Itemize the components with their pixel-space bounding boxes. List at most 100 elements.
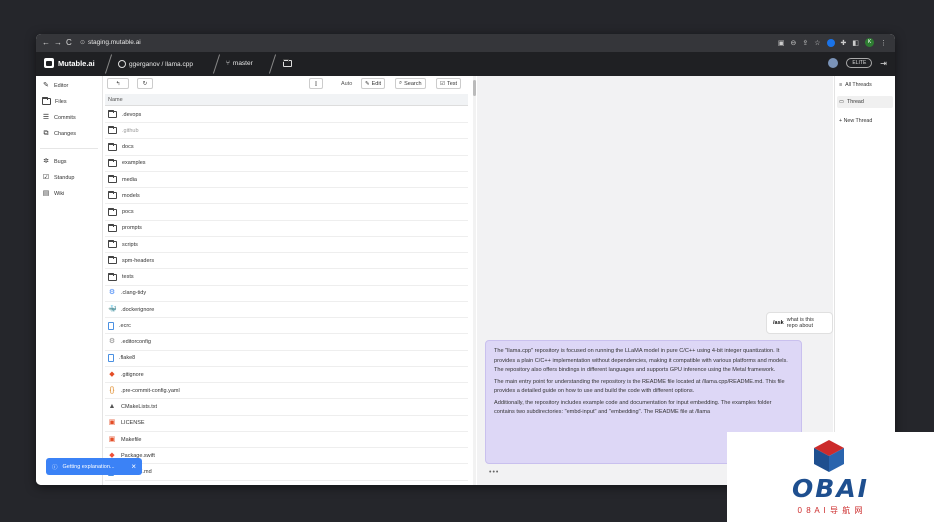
file-row[interactable]: tests — [105, 270, 468, 286]
browser-nav-icons[interactable]: ←→C — [42, 38, 76, 47]
sidepanel-icon[interactable]: ◧ — [852, 39, 859, 47]
file-name: .ecrc — [119, 322, 131, 329]
folder-icon — [108, 142, 117, 151]
file-row[interactable]: {} .pre-commit-config.yaml — [105, 383, 468, 400]
breadcrumb-repo[interactable]: ggerganov / llama.cpp — [118, 60, 193, 68]
file-row[interactable]: ▣ LICENSE — [105, 416, 468, 432]
answer-paragraph: Additionally, the repository includes ex… — [494, 399, 772, 416]
book-icon: ▤ — [42, 190, 50, 197]
new-thread-button[interactable]: + New Thread — [839, 118, 872, 124]
cube-logo-icon — [814, 440, 844, 472]
file-row[interactable]: README.md — [105, 465, 468, 481]
sidebar-item-standup[interactable]: ☑ Standup — [42, 174, 75, 182]
auto-label[interactable]: Auto — [341, 81, 352, 87]
file-name: scripts — [122, 241, 138, 248]
sidebar-item-wiki[interactable]: ▤ Wiki — [42, 190, 65, 198]
browser-window: ←→C ⊙ staging.mutable.ai ▣ ⊖ ⇪ ☆ ✚ ◧ K ⋮… — [36, 34, 895, 485]
file-name: .gitignore — [121, 371, 144, 378]
screen-icon[interactable]: ▣ — [778, 39, 785, 47]
file-row[interactable]: examples — [105, 156, 468, 172]
avatar[interactable] — [828, 58, 839, 68]
extension-icon[interactable] — [826, 38, 835, 47]
up-directory-button[interactable]: ↰ — [107, 78, 129, 89]
file-name: .pre-commit-config.yaml — [121, 387, 180, 394]
test-icon: ☑ — [440, 80, 445, 87]
bug-icon: ✲ — [43, 158, 49, 165]
folder-icon — [108, 158, 117, 167]
file-row[interactable]: models — [105, 188, 468, 205]
file-name: spm-headers — [122, 257, 155, 264]
breadcrumb-folder[interactable] — [283, 59, 292, 67]
puzzle-icon[interactable]: ✚ — [841, 39, 847, 47]
thread-item[interactable]: ▭ Thread — [837, 96, 893, 108]
toast-text: Getting explanation... — [62, 463, 115, 470]
file-row[interactable]: docs — [105, 140, 468, 156]
file-row[interactable]: ▲ CMakeLists.txt — [105, 400, 468, 416]
sidebar-item-editor[interactable]: ✎ Editor — [42, 82, 68, 90]
sidebar-item-changes[interactable]: ⧉ Changes — [42, 130, 77, 138]
pencil-icon: ✎ — [365, 80, 370, 87]
file-row[interactable]: .github — [105, 123, 468, 140]
file-row[interactable]: .flake8 — [105, 351, 468, 367]
folder-icon — [108, 126, 117, 135]
file-name: .flake8 — [119, 355, 136, 362]
browser-chrome: ←→C ⊙ staging.mutable.ai ▣ ⊖ ⇪ ☆ ✚ ◧ K ⋮ — [36, 34, 895, 52]
file-row[interactable]: ⚙ .clang-tidy — [105, 286, 468, 302]
scrollbar[interactable] — [473, 76, 476, 485]
watermark-subtitle: 0 8 A I 导 航 网 — [797, 506, 864, 515]
zoom-icon[interactable]: ⊖ — [790, 39, 796, 47]
all-threads-link[interactable]: ≡ All Threads — [839, 82, 872, 88]
star-icon[interactable]: ☆ — [814, 39, 820, 47]
sidebar: ✎ Editor Files ☰ Commits ⧉ Changes ✲ Bug… — [36, 76, 103, 485]
browser-toolbar-icons: ▣ ⊖ ⇪ ☆ ✚ ◧ K ⋮ — [778, 38, 887, 47]
share-icon[interactable]: ⇪ — [802, 39, 808, 47]
gear-icon: ⚙ — [108, 289, 116, 297]
profile-avatar[interactable]: K — [865, 38, 874, 47]
file-row[interactable]: media — [105, 172, 468, 188]
test-button[interactable]: ☑ Test — [436, 78, 462, 89]
close-icon[interactable]: × — [131, 462, 136, 471]
file-row[interactable]: .ecrc — [105, 318, 468, 335]
edit-button[interactable]: ✎ Edit — [361, 78, 386, 89]
file-row[interactable]: 🐳 .dockerignore — [105, 302, 468, 318]
scrollbar-thumb[interactable] — [473, 80, 476, 96]
file-row[interactable]: .devops — [105, 107, 468, 123]
pencil-icon: ✎ — [43, 82, 49, 89]
column-header-name[interactable]: Name — [105, 94, 468, 106]
file-row[interactable]: scripts — [105, 237, 468, 253]
file-row[interactable]: spm-headers — [105, 253, 468, 270]
watermark-name: OBAI — [792, 474, 869, 503]
file-row[interactable]: pocs — [105, 205, 468, 221]
commit-icon: ☰ — [42, 114, 50, 121]
changes-icon: ⧉ — [43, 130, 49, 137]
file-name: .clang-tidy — [121, 290, 147, 297]
file-row[interactable]: ◆ .gitignore — [105, 367, 468, 383]
file-row[interactable]: ◆ Package.swift — [105, 448, 468, 465]
address-bar[interactable]: staging.mutable.ai — [88, 39, 141, 46]
file-name: pocs — [122, 209, 134, 215]
folder-icon — [108, 240, 117, 248]
file-icon: ▯ — [314, 80, 318, 87]
file-row[interactable]: prompts — [105, 221, 468, 237]
file-row[interactable]: ⚙ .editorconfig — [105, 335, 468, 351]
sidebar-item-files[interactable]: Files — [42, 97, 67, 105]
sidebar-item-bugs[interactable]: ✲ Bugs — [42, 158, 66, 166]
breadcrumb-branch[interactable]: ⑂ master — [226, 60, 253, 67]
file-name: Makefile — [121, 436, 142, 443]
branch-icon: ⑂ — [226, 60, 230, 67]
file-name: .dockerignore — [121, 306, 155, 313]
brand-logo[interactable]: Mutable.ai — [44, 58, 95, 68]
header-actions: ELITE ⇥ — [828, 58, 887, 68]
file-name: models — [122, 192, 140, 199]
search-button[interactable]: ⌕ Search — [395, 78, 426, 89]
sidebar-item-commits[interactable]: ☰ Commits — [42, 114, 76, 122]
typing-indicator: ••• — [489, 469, 500, 476]
watermark-logo: OBAI 0 8 A I 导 航 网 — [727, 432, 934, 522]
new-file-button[interactable]: ▯ — [309, 78, 323, 89]
menu-icon[interactable]: ⋮ — [880, 39, 887, 47]
answer-paragraph: The main entry point for understanding t… — [494, 378, 785, 395]
refresh-button[interactable]: ↻ — [137, 78, 153, 89]
file-row[interactable]: ▣ Makefile — [105, 432, 468, 448]
logout-icon[interactable]: ⇥ — [880, 59, 887, 68]
folder-icon — [108, 191, 117, 200]
